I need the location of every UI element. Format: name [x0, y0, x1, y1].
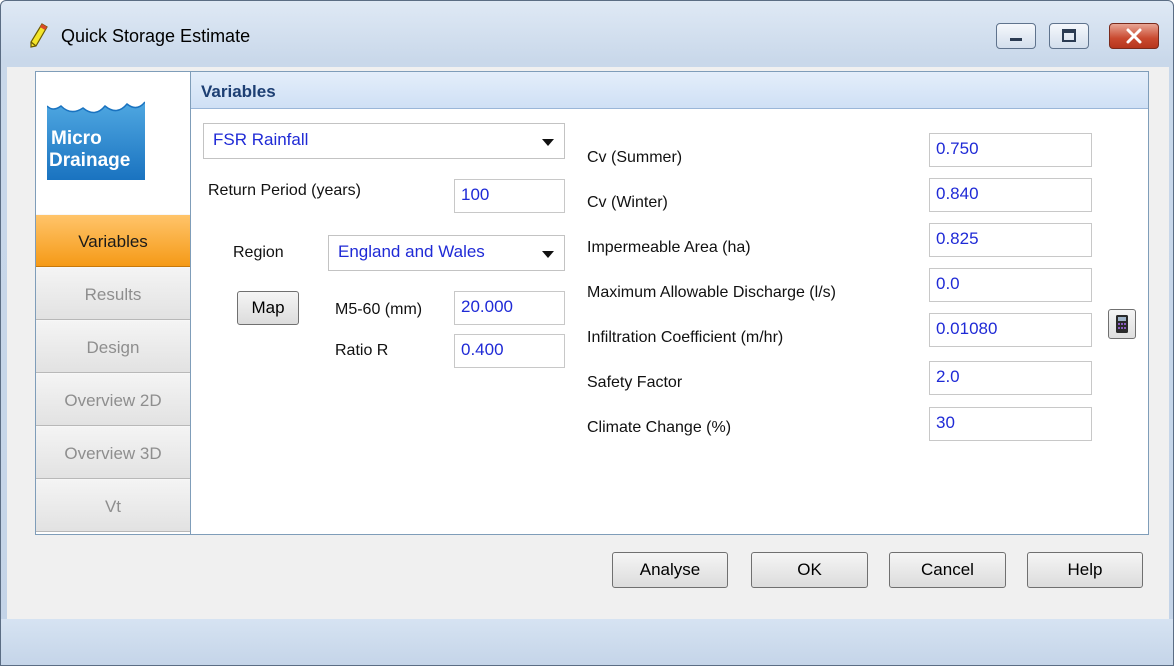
section-title: Variables [201, 82, 276, 101]
region-select[interactable]: England and Wales [328, 235, 565, 271]
climate-change-label: Climate Change (%) [587, 419, 732, 436]
region-label: Region [233, 244, 284, 261]
micro-drainage-logo: Micro Drainage [47, 86, 145, 180]
minimize-icon [1010, 38, 1022, 41]
nav-overview-3d[interactable]: Overview 3D [36, 426, 190, 479]
cv-summer-label: Cv (Summer) [587, 149, 683, 166]
rainfall-method-value: FSR Rainfall [213, 130, 309, 149]
ratio-r-input[interactable]: 0.400 [454, 334, 565, 368]
analyse-button[interactable]: Analyse [612, 552, 728, 588]
variables-content: Variables FSR Rainfall Return Period (ye… [190, 72, 1148, 534]
safety-factor-input[interactable]: 2.0 [929, 361, 1092, 395]
calculator-button[interactable] [1108, 309, 1136, 339]
ratio-r-label: Ratio R [335, 342, 389, 359]
infiltration-coefficient-label: Infiltration Coefficient (m/hr) [587, 329, 784, 346]
map-button[interactable]: Map [237, 291, 299, 325]
nav-variables[interactable]: Variables [36, 214, 190, 267]
maximize-button[interactable] [1049, 23, 1089, 49]
rainfall-method-select[interactable]: FSR Rainfall [203, 123, 565, 159]
nav-vt[interactable]: Vt [36, 479, 190, 532]
impermeable-area-label: Impermeable Area (ha) [587, 239, 751, 256]
logo-text-line2: Drainage [49, 150, 130, 171]
safety-factor-label: Safety Factor [587, 374, 683, 391]
cv-winter-label: Cv (Winter) [587, 194, 668, 211]
pencil-icon [30, 23, 48, 48]
nav-design[interactable]: Design [36, 320, 190, 373]
main-panel: Micro Drainage Variables Results Design … [35, 71, 1149, 535]
maximize-icon [1062, 29, 1076, 42]
section-header: Variables [191, 72, 1148, 109]
window-footer [1, 619, 1173, 665]
infiltration-coefficient-input[interactable]: 0.01080 [929, 313, 1092, 347]
minimize-button[interactable] [996, 23, 1036, 49]
m5-60-input[interactable]: 20.000 [454, 291, 565, 325]
logo-area: Micro Drainage [36, 72, 190, 214]
climate-change-input[interactable]: 30 [929, 407, 1092, 441]
return-period-label: Return Period (years) [208, 182, 361, 199]
logo-text-line1: Micro [51, 128, 102, 149]
cv-winter-input[interactable]: 0.840 [929, 178, 1092, 212]
m5-60-label: M5-60 (mm) [335, 301, 423, 318]
close-icon [1126, 28, 1142, 44]
chevron-down-icon [542, 139, 554, 146]
help-button[interactable]: Help [1027, 552, 1143, 588]
max-discharge-input[interactable]: 0.0 [929, 268, 1092, 302]
chevron-down-icon [542, 251, 554, 258]
dialog-body: Micro Drainage Variables Results Design … [7, 67, 1169, 619]
title-bar[interactable]: Quick Storage Estimate [1, 1, 1173, 67]
calculator-icon [1116, 315, 1128, 333]
nav-results[interactable]: Results [36, 267, 190, 320]
ok-button[interactable]: OK [751, 552, 868, 588]
close-button[interactable] [1109, 23, 1159, 49]
impermeable-area-input[interactable]: 0.825 [929, 223, 1092, 257]
window-title: Quick Storage Estimate [61, 26, 251, 46]
cancel-button[interactable]: Cancel [889, 552, 1006, 588]
nav-overview-2d[interactable]: Overview 2D [36, 373, 190, 426]
return-period-input[interactable]: 100 [454, 179, 565, 213]
cv-summer-input[interactable]: 0.750 [929, 133, 1092, 167]
region-value: England and Wales [338, 242, 485, 261]
max-discharge-label: Maximum Allowable Discharge (l/s) [587, 284, 836, 301]
main-window: Quick Storage Estimate Micro Drainage Va… [0, 0, 1174, 666]
side-nav: Variables Results Design Overview 2D Ove… [36, 214, 190, 532]
